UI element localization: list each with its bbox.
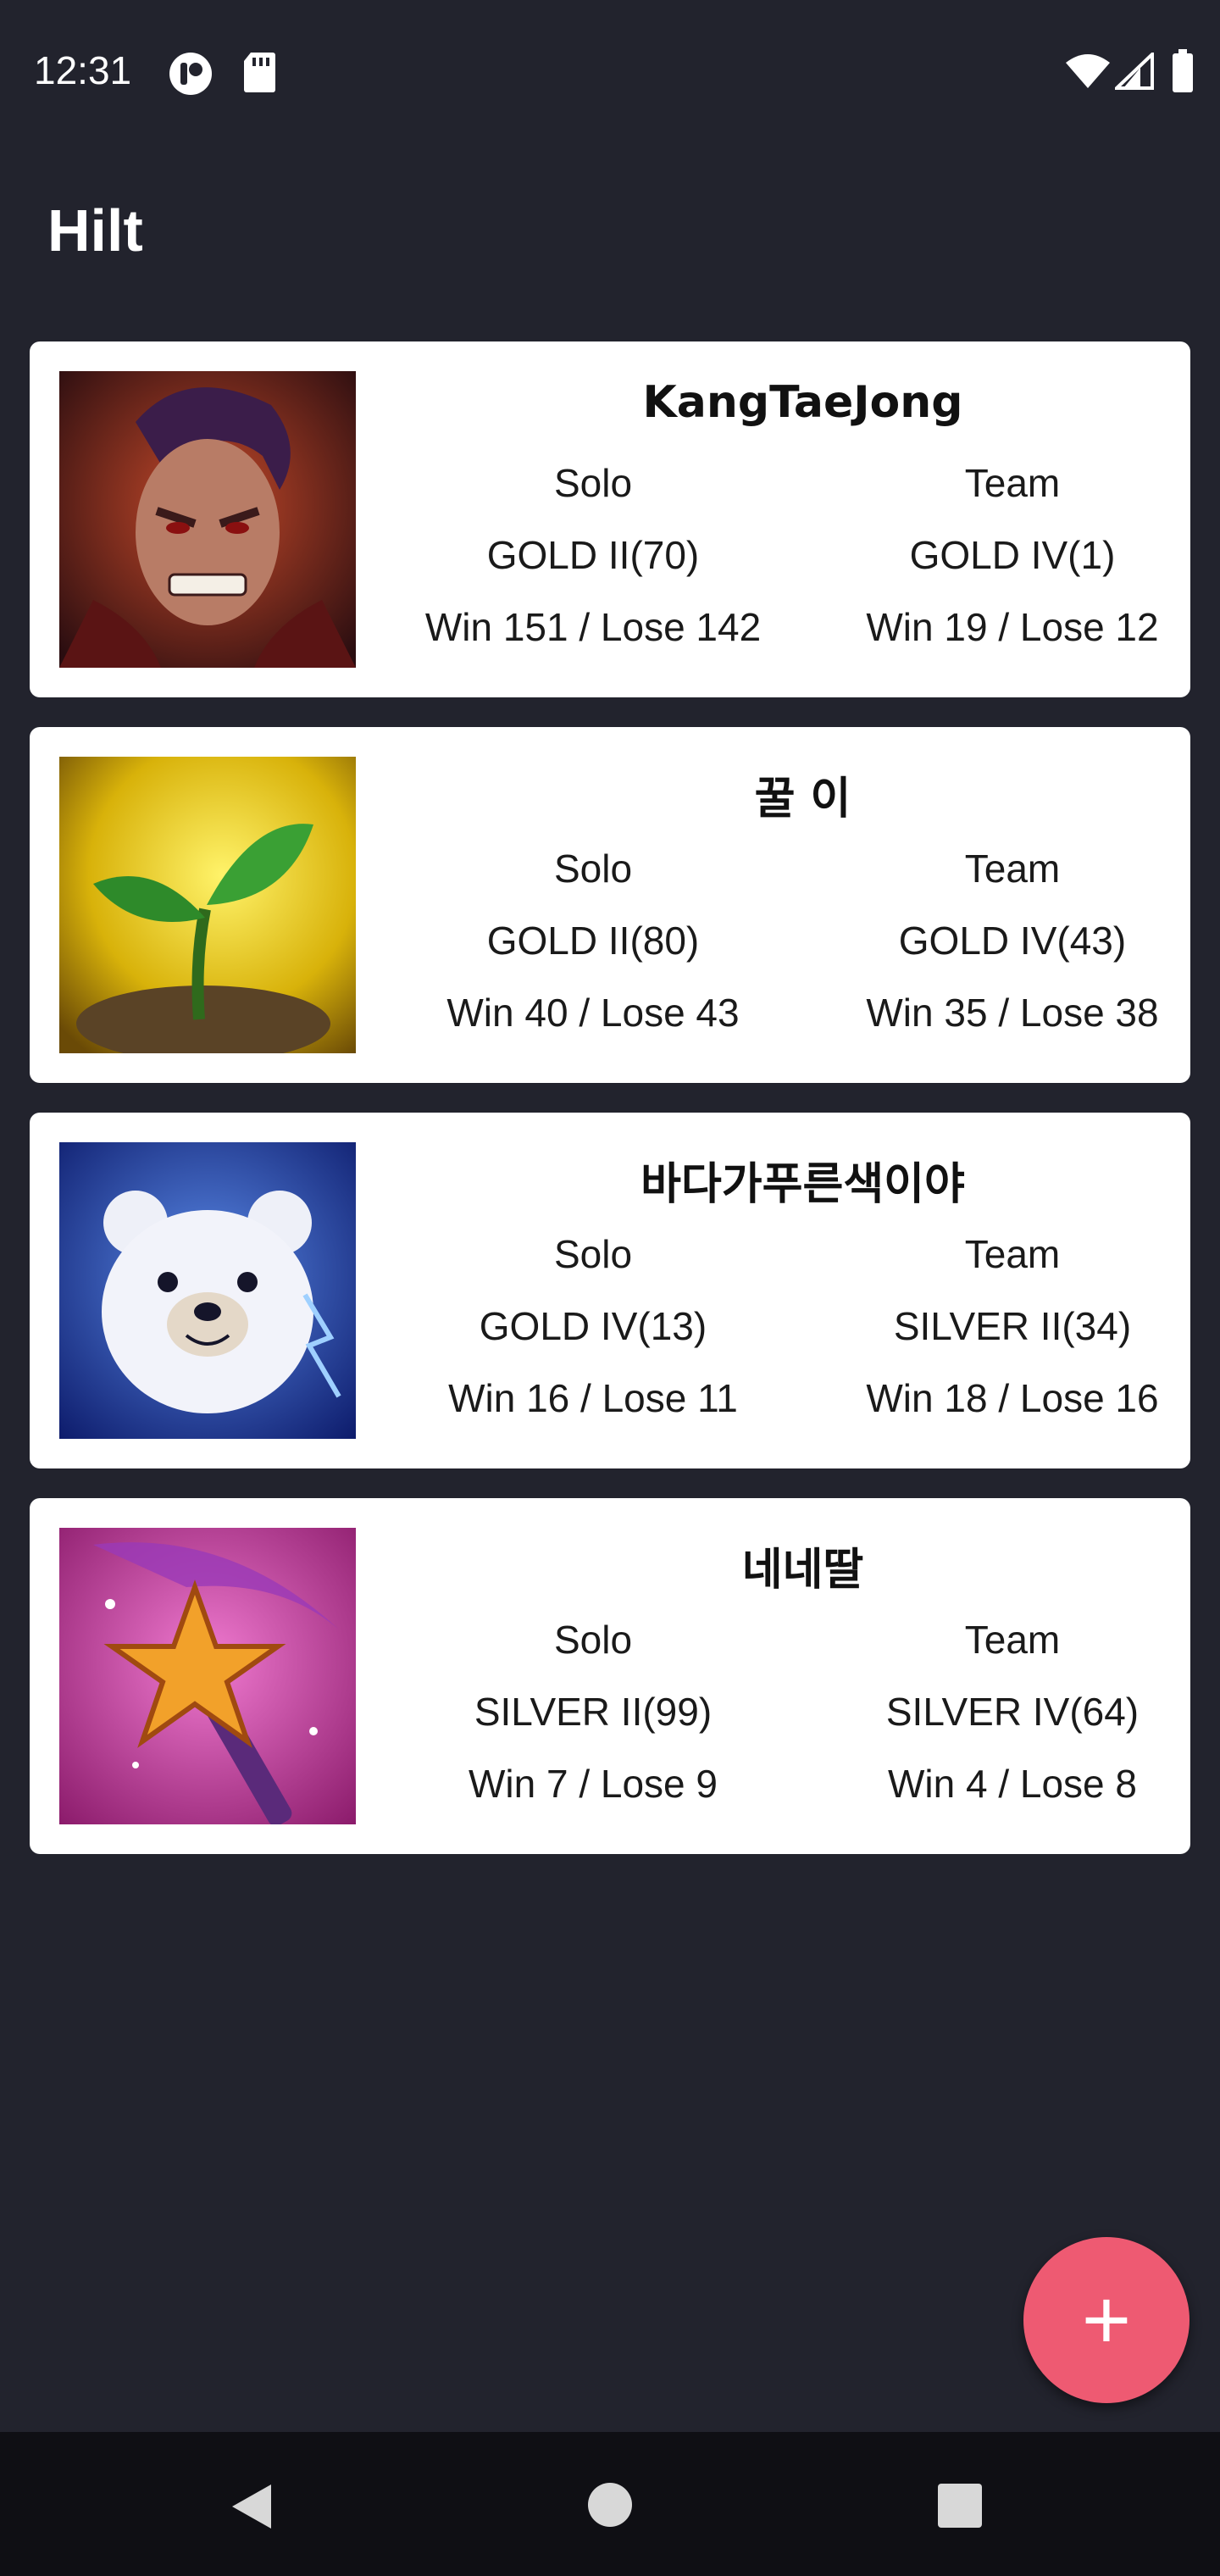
summoner-name: KangTaeJong: [642, 377, 963, 428]
rank-value: GOLD IV(1): [909, 533, 1116, 577]
summoner-card[interactable]: KangTaeJong Solo GOLD II(70) Win 151 / L…: [30, 341, 1190, 697]
solo-stats: Solo GOLD IV(13) Win 16 / Lose 11: [381, 1219, 805, 1435]
summoner-card[interactable]: 꿀 이 Solo GOLD II(80) Win 40 / Lose 43 Te…: [30, 727, 1190, 1083]
warrior-champion-icon: [59, 371, 356, 668]
sd-card-icon: [242, 51, 276, 97]
queue-label: Team: [964, 461, 1061, 505]
add-icon: +: [1081, 2273, 1132, 2368]
summoner-name: 꿀 이: [754, 774, 851, 824]
summoner-card[interactable]: 네네딸 Solo SILVER II(99) Win 7 / Lose 9 Te…: [30, 1498, 1190, 1854]
win-lose-record: Win 151 / Lose 142: [424, 605, 762, 649]
media-app-icon: [168, 51, 214, 101]
queue-label: Solo: [553, 1618, 633, 1662]
star-wand-icon: [59, 1528, 356, 1824]
back-icon[interactable]: [227, 2481, 278, 2536]
rank-value: SILVER II(99): [474, 1690, 713, 1734]
solo-stats: Solo SILVER II(99) Win 7 / Lose 9: [381, 1604, 805, 1820]
recents-icon[interactable]: [937, 2483, 983, 2533]
status-bar: 12:31: [0, 0, 1220, 144]
win-lose-record: Win 16 / Lose 11: [448, 1376, 738, 1420]
solo-stats: Solo GOLD II(80) Win 40 / Lose 43: [381, 833, 805, 1049]
home-icon[interactable]: [586, 2481, 634, 2533]
sprout-icon: [59, 757, 356, 1053]
summoner-card[interactable]: 바다가푸른색이야 Solo GOLD IV(13) Win 16 / Lose …: [30, 1113, 1190, 1468]
queue-label: Team: [964, 847, 1061, 891]
win-lose-record: Win 40 / Lose 43: [446, 991, 740, 1035]
rank-value: SILVER II(34): [893, 1304, 1132, 1348]
battery-icon: [1171, 49, 1195, 97]
team-stats: Team SILVER II(34) Win 18 / Lose 16: [801, 1219, 1220, 1435]
rank-value: GOLD II(70): [486, 533, 700, 577]
queue-label: Solo: [553, 847, 633, 891]
win-lose-record: Win 7 / Lose 9: [468, 1762, 718, 1806]
team-stats: Team SILVER IV(64) Win 4 / Lose 8: [801, 1604, 1220, 1820]
navigation-bar: [0, 2432, 1220, 2576]
win-lose-record: Win 18 / Lose 16: [866, 1376, 1159, 1420]
app-title: Hilt: [47, 197, 143, 264]
rank-value: GOLD II(80): [486, 919, 700, 963]
queue-label: Team: [964, 1232, 1061, 1276]
summoner-name: 바다가푸른색이야: [640, 1159, 965, 1210]
summoner-name: 네네딸: [741, 1545, 864, 1596]
add-summoner-button[interactable]: +: [1023, 2237, 1190, 2403]
status-time: 12:31: [34, 48, 132, 92]
polar-bear-icon: [59, 1142, 356, 1439]
win-lose-record: Win 35 / Lose 38: [866, 991, 1159, 1035]
rank-value: SILVER IV(64): [885, 1690, 1140, 1734]
win-lose-record: Win 4 / Lose 8: [887, 1762, 1138, 1806]
win-lose-record: Win 19 / Lose 12: [866, 605, 1159, 649]
queue-label: Solo: [553, 461, 633, 505]
queue-label: Solo: [553, 1232, 633, 1276]
team-stats: Team GOLD IV(43) Win 35 / Lose 38: [801, 833, 1220, 1049]
rank-value: GOLD IV(43): [898, 919, 1127, 963]
signal-icon: [1112, 50, 1154, 94]
team-stats: Team GOLD IV(1) Win 19 / Lose 12: [801, 447, 1220, 663]
solo-stats: Solo GOLD II(70) Win 151 / Lose 142: [381, 447, 805, 663]
rank-value: GOLD IV(13): [479, 1304, 707, 1348]
queue-label: Team: [964, 1618, 1061, 1662]
wifi-icon: [1064, 53, 1112, 94]
